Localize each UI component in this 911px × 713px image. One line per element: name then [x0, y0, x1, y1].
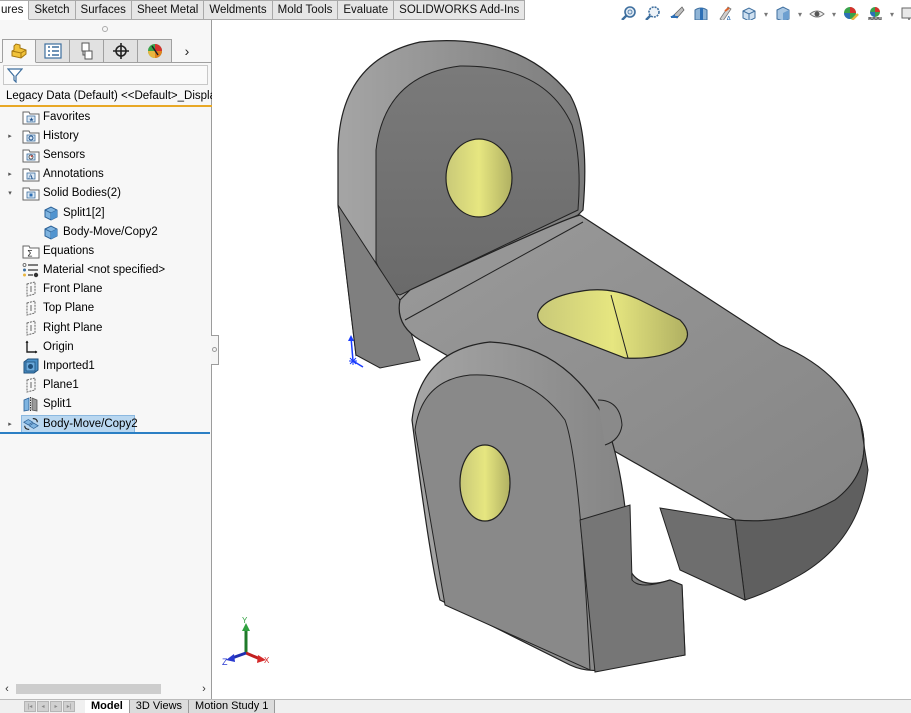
feature-tree: ★ Favorites ▸ History Sensors ▸ A Annota… [0, 107, 212, 433]
solid-bodies-folder-icon [22, 185, 40, 201]
rollback-bar[interactable] [0, 432, 210, 434]
tab-evaluate[interactable]: Evaluate [338, 0, 395, 20]
graphics-area[interactable] [220, 20, 911, 699]
tree-item-body-move-copy2[interactable]: Body-Move/Copy2 [0, 222, 212, 241]
scroll-track[interactable] [14, 683, 197, 695]
scroll-right-button[interactable]: › [197, 683, 211, 695]
feature-filter-input[interactable] [3, 65, 208, 85]
tree-item-front-plane[interactable]: Front Plane [0, 280, 212, 299]
annotations-folder-icon: A [22, 166, 40, 182]
svg-text:★: ★ [29, 116, 34, 123]
tree-item-history[interactable]: ▸ History [0, 126, 212, 145]
tab-motion-study-1[interactable]: Motion Study 1 [189, 700, 276, 713]
material-icon [22, 262, 40, 278]
equations-folder-icon: Σ [22, 243, 40, 259]
first-tab-button[interactable]: |◂ [24, 701, 36, 712]
sensors-folder-icon [22, 147, 40, 163]
plane-icon [22, 377, 40, 393]
origin-marker [348, 335, 364, 368]
tree-item-annotations[interactable]: ▸ A Annotations [0, 165, 212, 184]
favorites-folder-icon: ★ [22, 109, 40, 125]
history-folder-icon [22, 128, 40, 144]
tab-navigation-buttons: |◂ ◂ ▸ ▸| [24, 701, 75, 712]
dimxpert-manager-tab[interactable] [104, 39, 138, 63]
tab-surfaces[interactable]: Surfaces [75, 0, 132, 20]
tab-features[interactable]: ures [0, 0, 30, 20]
panel-grip[interactable] [102, 26, 108, 32]
solid-body-icon [42, 205, 60, 221]
property-manager-tab[interactable] [36, 39, 70, 63]
lower-hole [459, 444, 511, 522]
tab-sketch[interactable]: Sketch [29, 0, 76, 20]
expand-arrow[interactable]: ▸ [6, 170, 14, 178]
tree-item-split1[interactable]: Split1 [0, 395, 212, 414]
origin-icon [22, 339, 40, 355]
plane-icon [22, 300, 40, 317]
tree-item-solid-bodies[interactable]: ▾ Solid Bodies(2) [0, 184, 212, 203]
tree-item-sensors[interactable]: Sensors [0, 145, 212, 164]
configuration-manager-tab[interactable] [70, 39, 104, 63]
svg-text:Σ: Σ [27, 249, 33, 259]
split-feature-icon [22, 396, 40, 412]
tree-item-body-split1-2[interactable]: Split1[2] [0, 203, 212, 222]
property-list-icon [43, 43, 62, 59]
scroll-left-button[interactable]: ‹ [0, 683, 14, 695]
tree-item-top-plane[interactable]: Top Plane [0, 299, 212, 318]
view-triad: Y X Z [222, 616, 270, 667]
feature-tree-tab[interactable] [2, 39, 36, 63]
last-tab-button[interactable]: ▸| [63, 701, 75, 712]
configuration-icon [81, 42, 92, 60]
svg-text:A: A [28, 174, 33, 181]
move-copy-body-icon [22, 416, 40, 432]
tree-item-origin[interactable]: Origin [0, 337, 212, 356]
tab-3d-views[interactable]: 3D Views [129, 700, 190, 713]
solid-body-icon [42, 224, 60, 240]
feature-manager-tabs: › [0, 39, 212, 63]
tree-item-favorites[interactable]: ★ Favorites [0, 107, 212, 126]
previous-tab-button[interactable]: ◂ [37, 701, 49, 712]
panel-splitter-handle[interactable] [211, 335, 219, 365]
expand-arrow[interactable]: ▸ [6, 420, 14, 428]
tab-sheet-metal[interactable]: Sheet Metal [131, 0, 205, 20]
more-tabs-button[interactable]: › [172, 39, 202, 63]
filter-icon [7, 68, 23, 83]
feature-manager-panel: › Legacy Data (Default) <<Default>_Displ… [0, 20, 212, 700]
tab-weldments[interactable]: Weldments [204, 0, 273, 20]
model-3d-view [337, 40, 869, 673]
triad-z-label: Z [222, 657, 228, 667]
plane-icon [22, 320, 40, 336]
expand-arrow[interactable]: ▸ [6, 132, 14, 140]
triad-x-label: X [264, 656, 270, 665]
tree-item-imported1[interactable]: Imported1 [0, 356, 212, 375]
appearance-ball-icon [147, 44, 162, 58]
crosshair-icon [112, 43, 129, 59]
tab-model[interactable]: Model [85, 700, 130, 713]
part-root-label: Legacy Data (Default) <<Default>_Displa [6, 90, 212, 102]
feature-tree-horizontal-scrollbar[interactable]: ‹ › [0, 681, 211, 697]
command-manager-tabs: ures Sketch Surfaces Sheet Metal Weldmen… [0, 0, 526, 20]
tree-item-plane1[interactable]: Plane1 [0, 376, 212, 395]
plane-icon [22, 281, 40, 297]
upper-hole [445, 138, 513, 218]
bottom-tab-bar: |◂ ◂ ▸ ▸| Model 3D Views Motion Study 1 [0, 699, 911, 713]
imported-feature-icon [22, 358, 40, 374]
front-upright-face [414, 374, 591, 671]
solidworks-window: ures Sketch Surfaces Sheet Metal Weldmen… [0, 0, 911, 713]
part-icon [11, 43, 27, 59]
tab-mold-tools[interactable]: Mold Tools [272, 0, 339, 20]
tree-item-body-move-copy2-feature[interactable]: ▸ Body-Move/Copy2 [0, 414, 212, 433]
next-tab-button[interactable]: ▸ [50, 701, 62, 712]
tree-item-right-plane[interactable]: Right Plane [0, 318, 212, 337]
tree-item-equations[interactable]: Σ Equations [0, 241, 212, 260]
tab-solidworks-add-ins[interactable]: SOLIDWORKS Add-Ins [394, 0, 526, 20]
part-root-node[interactable]: Legacy Data (Default) <<Default>_Displa [0, 87, 212, 107]
tree-item-material[interactable]: Material <not specified> [0, 261, 212, 280]
display-manager-tab[interactable] [138, 39, 172, 63]
triad-y-label: Y [242, 616, 248, 625]
collapse-arrow[interactable]: ▾ [6, 189, 14, 197]
scroll-thumb[interactable] [16, 684, 161, 694]
